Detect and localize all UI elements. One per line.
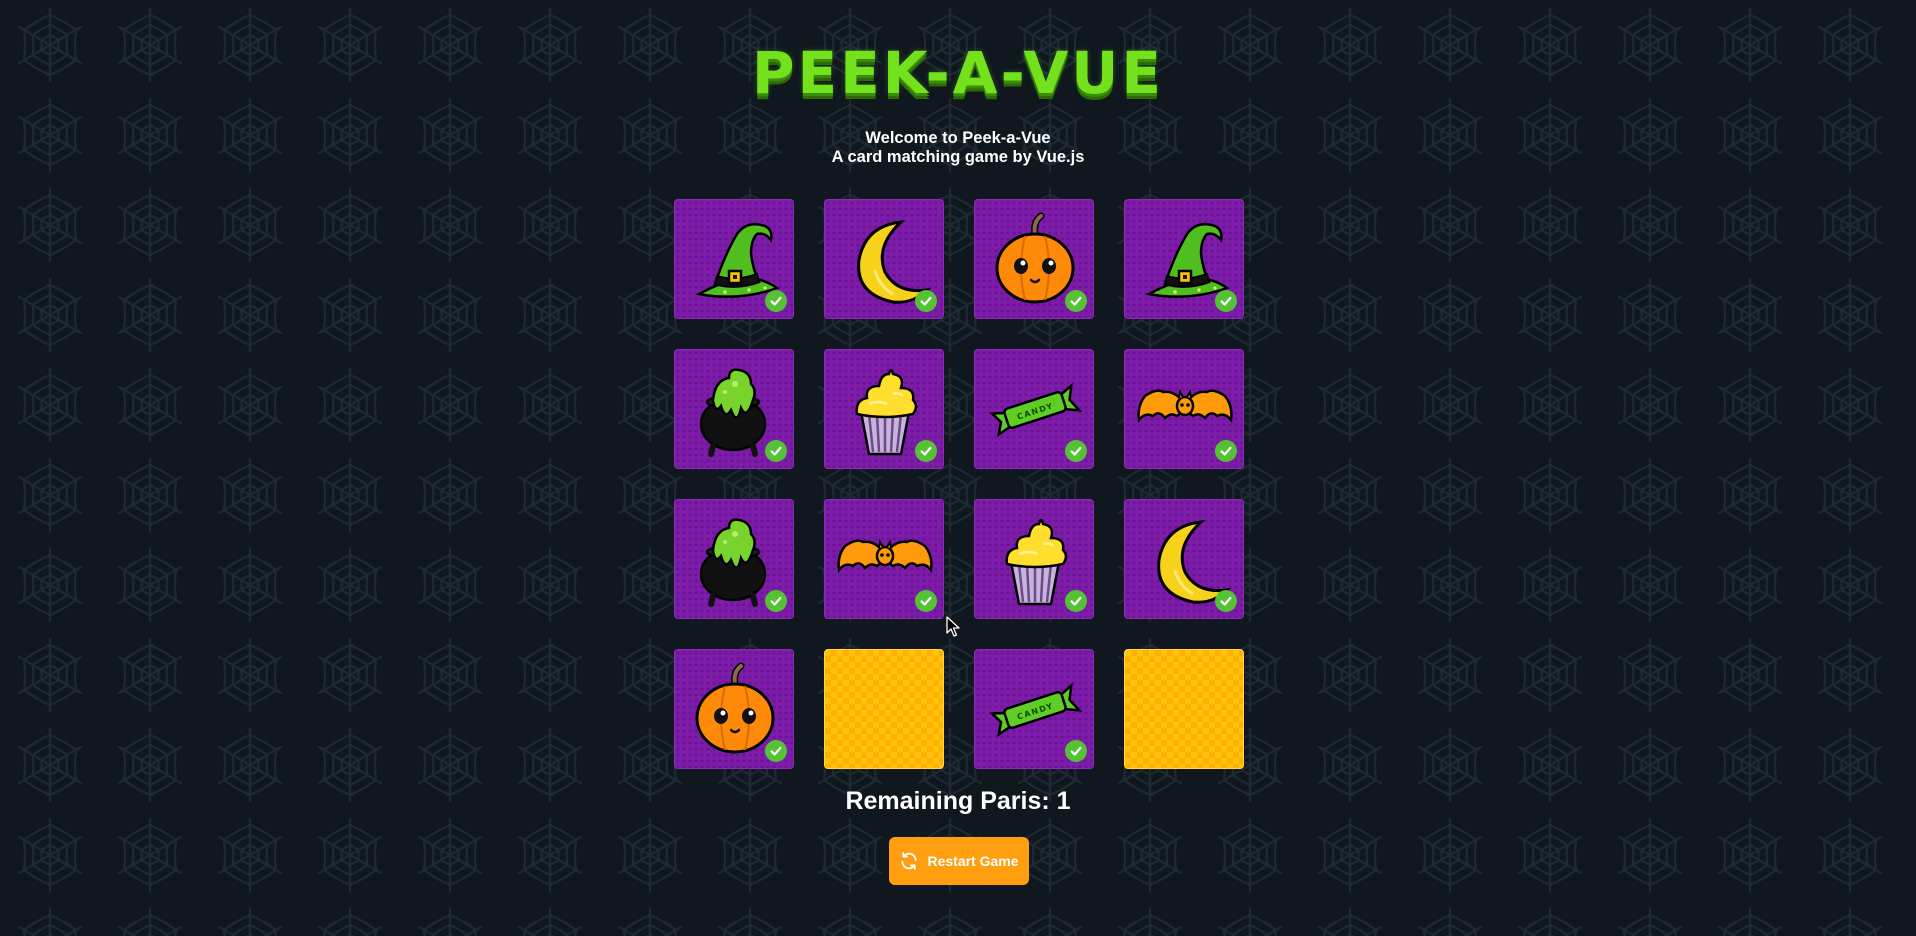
restart-label: Restart Game — [927, 853, 1019, 869]
matched-badge — [915, 440, 937, 462]
checkmark-icon — [1220, 296, 1232, 306]
card-matched[interactable] — [1124, 499, 1244, 619]
checkmark-icon — [770, 296, 782, 306]
card-matched[interactable] — [824, 349, 944, 469]
matched-badge — [1215, 590, 1237, 612]
card-face-down[interactable] — [824, 649, 944, 769]
card-matched[interactable] — [1124, 199, 1244, 319]
checkmark-icon — [920, 446, 932, 456]
remaining-pairs-counter: Remaining Paris: 1 — [845, 787, 1071, 815]
matched-badge — [1065, 740, 1087, 762]
card-matched[interactable]: CANDY — [974, 649, 1094, 769]
game-logo: PEEK-A-VUE — [751, 39, 1165, 107]
card-matched[interactable] — [1124, 349, 1244, 469]
card-matched[interactable] — [974, 199, 1094, 319]
checkmark-icon — [770, 746, 782, 756]
checkmark-icon — [1070, 446, 1082, 456]
welcome-heading: Welcome to Peek-a-Vue — [865, 129, 1051, 147]
matched-badge — [1065, 290, 1087, 312]
checkmark-icon — [1070, 746, 1082, 756]
matched-badge — [1065, 590, 1087, 612]
restart-game-button[interactable]: Restart Game — [889, 837, 1029, 885]
refresh-icon — [901, 852, 918, 870]
card-face-down[interactable] — [1124, 649, 1244, 769]
card-matched[interactable] — [674, 349, 794, 469]
checkmark-icon — [1070, 296, 1082, 306]
matched-badge — [915, 290, 937, 312]
intro-text: Welcome to Peek-a-Vue A card matching ga… — [0, 129, 1916, 167]
game-subtitle: A card matching game by Vue.js — [831, 148, 1085, 166]
checkmark-icon — [770, 596, 782, 606]
card-matched[interactable]: CANDY — [974, 349, 1094, 469]
card-matched[interactable] — [824, 199, 944, 319]
checkmark-icon — [920, 296, 932, 306]
checkmark-icon — [1220, 446, 1232, 456]
card-matched[interactable] — [824, 499, 944, 619]
matched-badge — [765, 590, 787, 612]
card-matched[interactable] — [674, 649, 794, 769]
checkmark-icon — [1220, 596, 1232, 606]
checkmark-icon — [1070, 596, 1082, 606]
matched-badge — [765, 290, 787, 312]
matched-badge — [1215, 440, 1237, 462]
mouse-cursor — [946, 616, 960, 637]
app: PEEK-A-VUE Welcome to Peek-a-Vue A card … — [0, 0, 1916, 936]
matched-badge — [1065, 440, 1087, 462]
matched-badge — [765, 440, 787, 462]
card-matched[interactable] — [674, 499, 794, 619]
matched-badge — [915, 590, 937, 612]
card-grid: CANDY CANDY — [674, 199, 1244, 769]
checkmark-icon — [770, 446, 782, 456]
matched-badge — [1215, 290, 1237, 312]
card-matched[interactable] — [674, 199, 794, 319]
matched-badge — [765, 740, 787, 762]
card-matched[interactable] — [974, 499, 1094, 619]
checkmark-icon — [920, 596, 932, 606]
